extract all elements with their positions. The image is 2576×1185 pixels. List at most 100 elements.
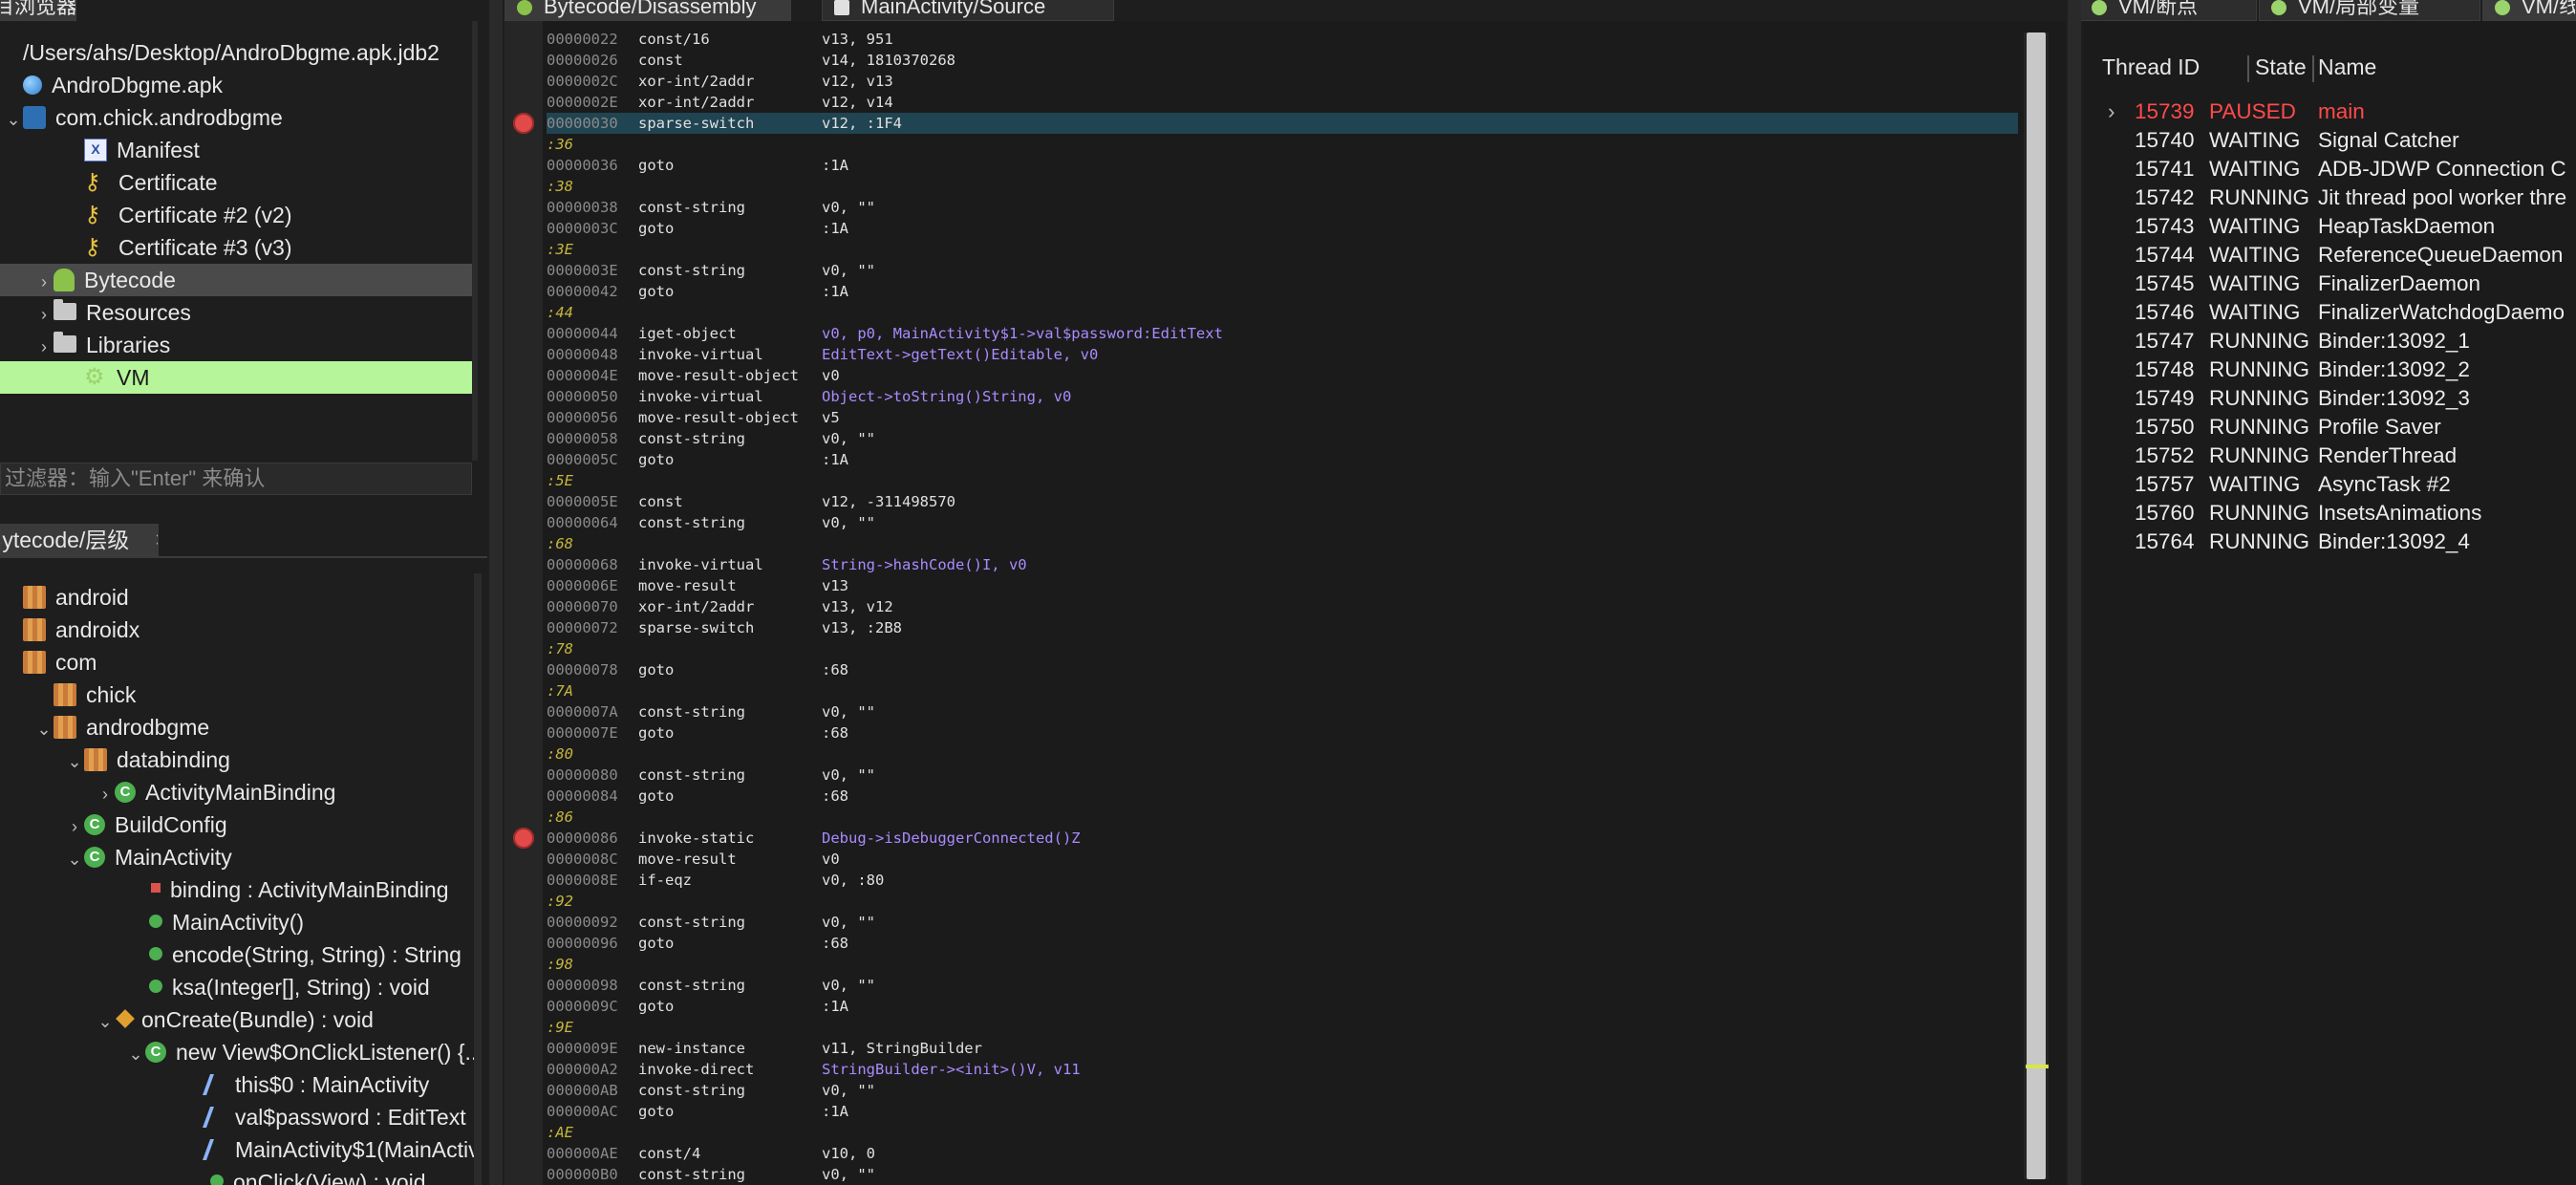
col-state[interactable]: State	[2255, 50, 2307, 84]
code-line[interactable]: 00000084 goto:68	[547, 786, 2018, 807]
code-label-line[interactable]: :86	[547, 807, 2018, 828]
expand-chevron-icon[interactable]: ⌄	[96, 1005, 115, 1038]
close-icon[interactable]: ✖	[155, 528, 158, 552]
splitter-left[interactable]	[489, 0, 503, 1185]
code-scroll-thumb[interactable]	[2027, 32, 2046, 1179]
tree-item[interactable]: encode(String, String) : String	[0, 938, 472, 971]
tree-item[interactable]: › Resources	[0, 296, 472, 329]
tree-item[interactable]: ⌄ onCreate(Bundle) : void	[0, 1003, 472, 1036]
thread-state-cell[interactable]: RUNNING	[2209, 356, 2309, 384]
thread-name-cell[interactable]: Jit thread pool worker thre	[2318, 183, 2566, 212]
code-line[interactable]: 000000B0 const-string v0, ""	[547, 1164, 2018, 1185]
tree-item[interactable]: android	[0, 581, 472, 614]
thread-state-cell[interactable]: WAITING	[2209, 212, 2300, 241]
tab-mainactivity-source[interactable]: MainActivity/Source	[822, 0, 1114, 21]
hierarchy-tree[interactable]: android androidx com chick ⌄ androdbgme ⌄ datab…	[0, 581, 474, 1185]
thread-name-cell[interactable]: FinalizerWatchdogDaemo	[2318, 298, 2565, 327]
code-line[interactable]: 0000006E move-result v13	[547, 575, 2018, 596]
thread-id-cell[interactable]: 15739	[2135, 97, 2195, 126]
thread-name-cell[interactable]: Binder:13092_1	[2318, 327, 2470, 356]
project-scrollbar[interactable]	[472, 21, 478, 461]
code-line[interactable]: 0000008E if-eqz v0, :80	[547, 870, 2018, 891]
tree-item[interactable]: X Manifest	[0, 134, 472, 166]
code-label-line[interactable]: :38	[547, 176, 2018, 197]
code-line[interactable]: 0000005C goto:1A	[547, 449, 2018, 470]
code-line[interactable]: 000000A2 invoke-direct StringBuilder-><ini…	[547, 1059, 2018, 1080]
tree-item[interactable]: ⌄ Cnew View$OnClickListener() {...	[0, 1036, 474, 1070]
expand-chevron-icon[interactable]: ⌄	[34, 713, 54, 745]
tree-item[interactable]: ⌄ databinding	[0, 743, 472, 776]
thread-state-cell[interactable]: RUNNING	[2209, 413, 2309, 442]
thread-state-cell[interactable]: WAITING	[2209, 126, 2300, 155]
expand-chevron-icon[interactable]: ›	[2108, 97, 2115, 126]
thread-id-cell[interactable]: 15740	[2135, 126, 2195, 155]
code-line[interactable]: 00000078 goto:68	[547, 659, 2018, 680]
tree-item[interactable]: androidx	[0, 614, 472, 646]
tree-item[interactable]: this$0 : MainActivity	[0, 1068, 472, 1101]
thread-name-cell[interactable]: HeapTaskDaemon	[2318, 212, 2495, 241]
code-line[interactable]: 00000086 invoke-static Debug->isDebuggerCo…	[547, 828, 2018, 849]
tree-item[interactable]: ⌄ C MainActivity	[0, 841, 472, 873]
col-thread-id[interactable]: Thread ID	[2102, 50, 2200, 84]
code-line[interactable]: 00000044 iget-object v0, p0, MainActivity$…	[547, 323, 2018, 344]
thread-id-cell[interactable]: 15745	[2135, 269, 2195, 298]
code-line[interactable]: 00000072 sparse-switch v13, :2B8	[547, 617, 2018, 638]
thread-state-cell[interactable]: WAITING	[2209, 155, 2300, 183]
thread-id-cell[interactable]: 15742	[2135, 183, 2195, 212]
expand-chevron-icon[interactable]: ›	[65, 810, 84, 843]
expand-chevron-icon[interactable]: ⌄	[65, 843, 84, 875]
tree-item[interactable]: MainActivity()	[0, 906, 472, 938]
thread-id-cell[interactable]: 15752	[2135, 442, 2195, 470]
thread-id-cell[interactable]: 15741	[2135, 155, 2195, 183]
col-name[interactable]: Name	[2318, 50, 2376, 84]
tree-item[interactable]: ⌄ androdbgme	[0, 711, 472, 743]
tab-vm-threads[interactable]: VM/线	[2482, 0, 2576, 21]
breakpoint-icon[interactable]	[513, 113, 534, 134]
thread-id-cell[interactable]: 15748	[2135, 356, 2195, 384]
expand-chevron-icon[interactable]: ⌄	[65, 745, 84, 778]
thread-name-cell[interactable]: Signal Catcher	[2318, 126, 2459, 155]
thread-state-cell[interactable]: RUNNING	[2209, 327, 2309, 356]
thread-state-cell[interactable]: RUNNING	[2209, 183, 2309, 212]
hierarchy-scrollbar[interactable]	[474, 573, 482, 1185]
thread-state-cell[interactable]: RUNNING	[2209, 384, 2309, 413]
tree-item[interactable]: ksa(Integer[], String) : void	[0, 971, 472, 1003]
tree-item[interactable]: › C ActivityMainBinding	[0, 776, 472, 808]
tree-item[interactable]: ⚷ Certificate	[0, 166, 472, 199]
thread-id-cell[interactable]: 15764	[2135, 528, 2195, 556]
filter-input[interactable]: 过滤器：输入"Enter" 来确认	[0, 463, 472, 495]
expand-chevron-icon[interactable]: ⌄	[126, 1038, 145, 1070]
tab-project-explorer[interactable]: 项目浏览器	[0, 0, 76, 21]
thread-id-cell[interactable]: 15757	[2135, 470, 2195, 499]
code-line[interactable]: 0000003C goto:1A	[547, 218, 2018, 239]
code-line[interactable]: 00000070 xor-int/2addr v13, v12	[547, 596, 2018, 617]
tab-vm-breakpoints[interactable]: VM/断点	[2079, 0, 2257, 21]
tree-item[interactable]: ⚙ VM	[0, 361, 472, 394]
code-line[interactable]: 00000030 sparse-switch v12, :1F4	[547, 113, 2018, 134]
code-line[interactable]: 0000002E xor-int/2addr v12, v14	[547, 92, 2018, 113]
thread-state-cell[interactable]: RUNNING	[2209, 442, 2309, 470]
code-line[interactable]: 000000AC goto:1A	[547, 1101, 2018, 1122]
thread-state-cell[interactable]: RUNNING	[2209, 499, 2309, 528]
code-line[interactable]: 00000038 const-string v0, ""	[547, 197, 2018, 218]
code-label-line[interactable]: :80	[547, 743, 2018, 765]
thread-id-cell[interactable]: 15746	[2135, 298, 2195, 327]
code-line[interactable]: 00000058 const-string v0, ""	[547, 428, 2018, 449]
thread-name-cell[interactable]: Binder:13092_2	[2318, 356, 2470, 384]
tab-vm-locals[interactable]: VM/局部变量	[2259, 0, 2480, 21]
thread-name-cell[interactable]: RenderThread	[2318, 442, 2457, 470]
code-label-line[interactable]: :7A	[547, 680, 2018, 701]
breakpoint-gutter[interactable]	[504, 21, 543, 1185]
code-line[interactable]: 00000050 invoke-virtual Object->toString()…	[547, 386, 2018, 407]
thread-name-cell[interactable]: Profile Saver	[2318, 413, 2441, 442]
thread-name-cell[interactable]: main	[2318, 97, 2365, 126]
code-label-line[interactable]: :36	[547, 134, 2018, 155]
splitter-right[interactable]	[2068, 0, 2081, 1185]
code-label-line[interactable]: :92	[547, 891, 2018, 912]
tree-item[interactable]: ⌄ com.chick.androdbgme	[0, 101, 472, 134]
code-label-line[interactable]: :98	[547, 954, 2018, 975]
code-line[interactable]: 0000007A const-string v0, ""	[547, 701, 2018, 722]
thread-name-cell[interactable]: Binder:13092_4	[2318, 528, 2470, 556]
code-line[interactable]: 000000AE const/4 v10, 0	[547, 1143, 2018, 1164]
tree-item[interactable]: › C BuildConfig	[0, 808, 472, 841]
